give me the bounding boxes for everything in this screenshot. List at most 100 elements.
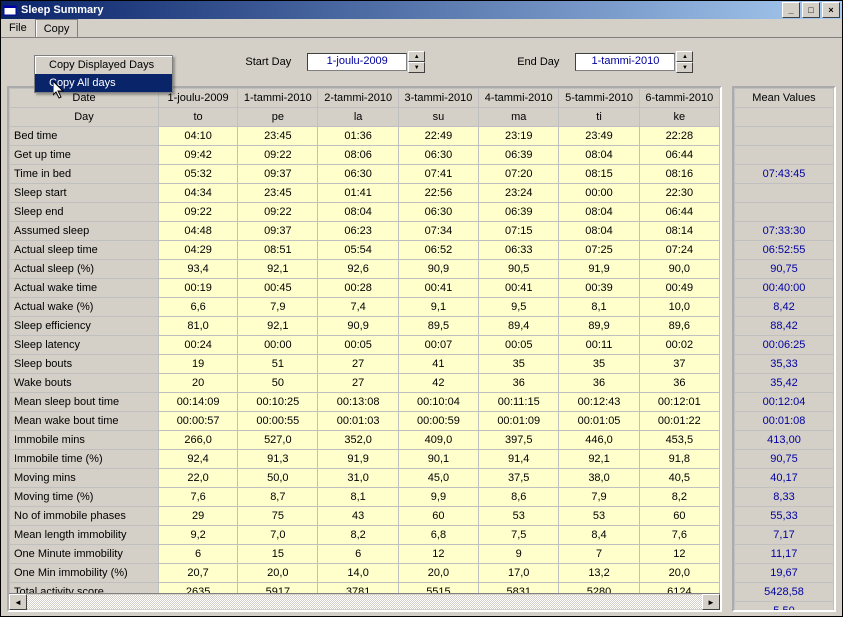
cell-value: 89,5 — [398, 317, 478, 336]
cell-value: 53 — [479, 507, 559, 526]
mean-value — [735, 127, 834, 146]
table-row: Sleep start04:3423:4501:4122:5623:2400:0… — [10, 184, 720, 203]
scroll-right-button[interactable]: ► — [702, 594, 720, 610]
cell-value: 00:05 — [479, 336, 559, 355]
cell-value: 9,9 — [398, 488, 478, 507]
cell-value: 05:54 — [318, 241, 398, 260]
app-icon — [3, 3, 17, 17]
cell-value: 7 — [559, 545, 639, 564]
mean-value: 5428,58 — [735, 583, 834, 602]
close-button[interactable]: × — [822, 2, 840, 18]
cell-value: 00:13:08 — [318, 393, 398, 412]
cell-value: 91,3 — [238, 450, 318, 469]
cell-value: 20,0 — [639, 564, 719, 583]
mean-blank — [735, 108, 834, 127]
cell-value: 90,0 — [639, 260, 719, 279]
cell-value: 91,9 — [318, 450, 398, 469]
maximize-button[interactable]: □ — [802, 2, 820, 18]
mean-value: 11,17 — [735, 545, 834, 564]
cell-value: 5280 — [559, 583, 639, 594]
row-label: Assumed sleep — [10, 222, 159, 241]
cell-value: 53 — [559, 507, 639, 526]
cell-value: 23:19 — [479, 127, 559, 146]
mean-header: Mean Values — [735, 89, 834, 108]
cell-value: 08:04 — [559, 203, 639, 222]
cell-value: 8,4 — [559, 526, 639, 545]
row-label: Immobile time (%) — [10, 450, 159, 469]
table-row: Moving mins22,050,031,045,037,538,040,5 — [10, 469, 720, 488]
cell-value: 00:05 — [318, 336, 398, 355]
menu-file[interactable]: File — [1, 19, 35, 37]
cell-value: 35 — [479, 355, 559, 374]
cell-value: 50 — [238, 374, 318, 393]
table-row: One Min immobility (%)20,720,014,020,017… — [10, 564, 720, 583]
start-day-up[interactable]: ▲ — [408, 51, 425, 62]
mean-value: 06:52:55 — [735, 241, 834, 260]
table-row: Actual wake time00:1900:4500:2800:4100:4… — [10, 279, 720, 298]
mean-value: 07:33:30 — [735, 222, 834, 241]
cell-value: 04:10 — [159, 127, 238, 146]
cell-value: 00:19 — [159, 279, 238, 298]
cell-value: 06:39 — [479, 146, 559, 165]
mean-value: 90,75 — [735, 450, 834, 469]
row-label: Actual sleep (%) — [10, 260, 159, 279]
mean-value: 8,33 — [735, 488, 834, 507]
cell-value: 00:07 — [398, 336, 478, 355]
cell-value: 36 — [639, 374, 719, 393]
cell-value: 92,1 — [238, 317, 318, 336]
cell-value: 00:41 — [398, 279, 478, 298]
cell-value: 00:01:22 — [639, 412, 719, 431]
cell-value: 00:28 — [318, 279, 398, 298]
horizontal-scrollbar[interactable]: ◄ ► — [9, 593, 720, 610]
mean-value: 35,33 — [735, 355, 834, 374]
cell-value: 37 — [639, 355, 719, 374]
copy-displayed-days[interactable]: Copy Displayed Days — [35, 56, 172, 74]
cell-value: 09:22 — [159, 203, 238, 222]
cell-value: 00:12:01 — [639, 393, 719, 412]
cell-value: 04:34 — [159, 184, 238, 203]
cell-value: 91,4 — [479, 450, 559, 469]
mean-value: 8,42 — [735, 298, 834, 317]
cell-value: 22:30 — [639, 184, 719, 203]
end-day-field[interactable]: 1-tammi-2010 — [575, 53, 675, 71]
cell-value: 17,0 — [479, 564, 559, 583]
col-day: Day — [10, 108, 159, 127]
cell-value: 60 — [398, 507, 478, 526]
cell-value: 8,1 — [318, 488, 398, 507]
cell-value: 00:10:25 — [238, 393, 318, 412]
cell-value: 397,5 — [479, 431, 559, 450]
menu-copy[interactable]: Copy — [35, 19, 79, 37]
scroll-left-button[interactable]: ◄ — [9, 594, 27, 610]
day-header: ma — [479, 108, 559, 127]
table-row: Mean sleep bout time00:14:0900:10:2500:1… — [10, 393, 720, 412]
cell-value: 09:42 — [159, 146, 238, 165]
cell-value: 00:02 — [639, 336, 719, 355]
cell-value: 08:04 — [559, 222, 639, 241]
cell-value: 7,9 — [238, 298, 318, 317]
table-row: Assumed sleep04:4809:3706:2307:3407:1508… — [10, 222, 720, 241]
cell-value: 35 — [559, 355, 639, 374]
col-header: 6-tammi-2010 — [639, 89, 719, 108]
cell-value: 07:34 — [398, 222, 478, 241]
table-row: Bed time04:1023:4501:3622:4923:1923:4922… — [10, 127, 720, 146]
col-header: 1-tammi-2010 — [238, 89, 318, 108]
end-day-down[interactable]: ▼ — [676, 62, 693, 73]
minimize-button[interactable]: _ — [782, 2, 800, 18]
sleep-summary-table: Date1-joulu-20091-tammi-20102-tammi-2010… — [9, 88, 720, 593]
cell-value: 07:15 — [479, 222, 559, 241]
cell-value: 6 — [159, 545, 238, 564]
cell-value: 00:00:57 — [159, 412, 238, 431]
cell-value: 07:24 — [639, 241, 719, 260]
cell-value: 09:22 — [238, 203, 318, 222]
start-day-down[interactable]: ▼ — [408, 62, 425, 73]
cell-value: 2635 — [159, 583, 238, 594]
row-label: Actual wake time — [10, 279, 159, 298]
table-row: Time in bed05:3209:3706:3007:4107:2008:1… — [10, 165, 720, 184]
cell-value: 36 — [559, 374, 639, 393]
end-day-up[interactable]: ▲ — [676, 51, 693, 62]
scroll-track[interactable] — [27, 595, 702, 609]
cell-value: 27 — [318, 355, 398, 374]
start-day-field[interactable]: 1-joulu-2009 — [307, 53, 407, 71]
cell-value: 91,8 — [639, 450, 719, 469]
cell-value: 91,9 — [559, 260, 639, 279]
